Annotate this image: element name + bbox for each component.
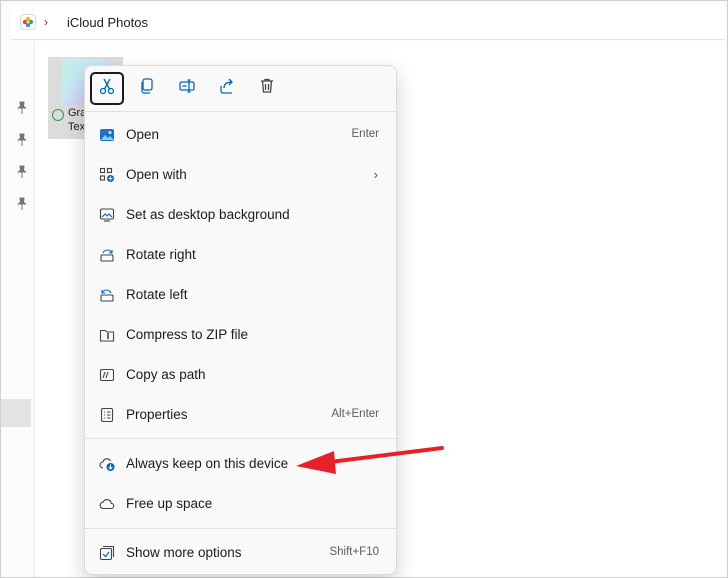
menu-item-label: Open with [126,167,187,182]
share-icon [218,77,236,100]
menu-item-always-keep-on-device[interactable]: Always keep on this device [89,446,392,482]
context-menu-toolbar [85,66,396,110]
menu-item-label: Compress to ZIP file [126,327,249,342]
menu-item-rotate-right[interactable]: Rotate right [89,237,392,273]
menu-item-label: Always keep on this device [126,456,289,471]
menu-item-label: Set as desktop background [126,207,290,222]
rotate-left-icon [99,287,115,303]
trash-icon [258,77,276,100]
scissors-icon [98,77,116,100]
desktop-background-icon [99,207,115,223]
pin-icon[interactable] [15,133,29,147]
menu-item-label: Rotate right [126,247,196,262]
pin-icon[interactable] [15,101,29,115]
cloud-download-icon [99,456,115,472]
menu-item-show-more-options[interactable]: Show more options Shift+F10 [89,535,392,571]
file-name-line2: Tex [68,121,86,133]
menu-item-shortcut: Alt+Enter [331,408,379,420]
address-bar[interactable]: › iCloud Photos [11,5,725,40]
menu-item-label: Open [126,127,160,142]
cloud-icon [99,496,115,512]
breadcrumb-chevron-icon[interactable]: › [44,15,48,29]
menu-item-label: Free up space [126,496,213,511]
menu-separator [85,111,396,112]
rename-icon [178,77,196,100]
menu-item-shortcut: Shift+F10 [329,546,379,558]
menu-item-label: Properties [126,407,188,422]
navigation-pane [1,41,35,577]
rename-button[interactable] [170,72,204,105]
cut-button[interactable] [90,72,124,105]
nav-selected-item[interactable] [1,399,31,427]
delete-button[interactable] [250,72,284,105]
menu-item-shortcut: Enter [351,128,380,140]
more-options-icon [99,545,115,561]
menu-item-label: Rotate left [126,287,188,302]
sync-status-check-icon [52,109,64,121]
zip-folder-icon [99,327,115,343]
copy-path-icon [99,367,115,383]
menu-item-free-up-space[interactable]: Free up space [89,486,392,522]
submenu-chevron-icon: › [373,167,378,182]
menu-item-open[interactable]: Open Enter [89,117,392,153]
menu-item-label: Copy as path [126,367,206,382]
copy-icon [138,77,156,100]
share-button[interactable] [210,72,244,105]
menu-item-compress-zip[interactable]: Compress to ZIP file [89,317,392,353]
context-menu: Open Enter Open with › Set as desktop ba… [84,65,397,575]
photos-app-icon [20,14,36,30]
menu-separator [85,528,396,529]
menu-item-set-desktop-background[interactable]: Set as desktop background [89,197,392,233]
pin-icon[interactable] [15,165,29,179]
menu-item-rotate-left[interactable]: Rotate left [89,277,392,313]
menu-item-properties[interactable]: Properties Alt+Enter [89,397,392,433]
image-icon [99,127,115,143]
menu-separator [85,438,396,439]
menu-item-open-with[interactable]: Open with › [89,157,392,193]
open-with-icon [99,167,115,183]
menu-item-label: Show more options [126,545,242,560]
rotate-right-icon [99,247,115,263]
pin-icon[interactable] [15,197,29,211]
copy-button[interactable] [130,72,164,105]
menu-item-copy-as-path[interactable]: Copy as path [89,357,392,393]
breadcrumb-icloud-photos[interactable]: iCloud Photos [67,15,148,30]
properties-icon [99,407,115,423]
